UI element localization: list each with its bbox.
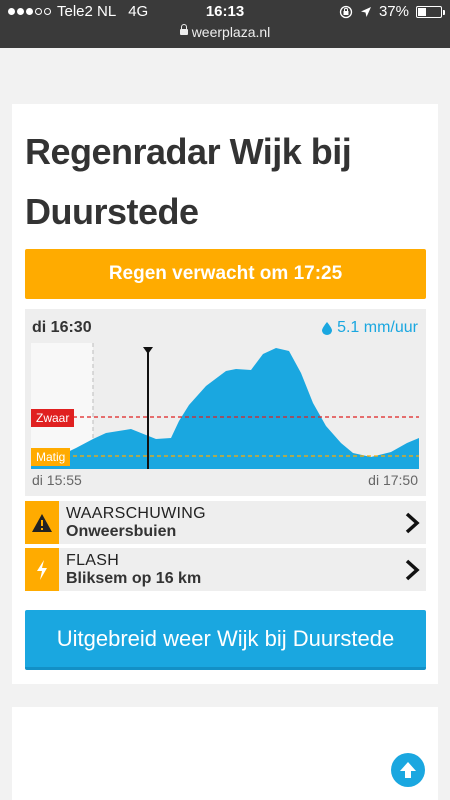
status-bar: Tele2 NL 4G 16:13 37% weerplaza.nl [0,0,450,48]
zwaar-label: Zwaar [31,409,75,427]
battery-icon [416,5,445,18]
arrow-up-icon [400,762,416,778]
radar-rain-rate: 5.1 mm/uur [322,319,418,337]
page-title: Regenradar Wijk bij Duurstede [25,131,352,232]
rotation-lock-icon [339,5,353,18]
radar-start-time: di 15:55 [32,472,82,488]
water-drop-icon [322,321,333,335]
alert-warning[interactable]: WAARSCHUWING Onweersbuien [25,501,426,544]
matig-label: Matig [31,448,71,466]
time-cursor-handle[interactable] [143,347,153,354]
extended-weather-button[interactable]: Uitgebreid weer Wijk bij Duurstede [25,610,426,670]
alert-subtitle: Onweersbuien [66,523,177,540]
location-arrow-icon [360,6,371,17]
radar-card: Regenradar Wijk bij Duurstede Regen verw… [12,104,438,684]
next-card [12,707,438,800]
rain-expected-banner[interactable]: Regen verwacht om 17:25 [25,249,426,299]
battery-percent: 37% [378,3,409,20]
rain-forecast-chart[interactable] [31,343,419,469]
lock-icon [179,24,188,36]
rain-rate-value: 5.1 mm/uur [337,319,418,336]
scroll-to-top-button[interactable] [391,753,425,787]
radar-current-time: di 16:30 [32,319,92,336]
rain-radar-widget[interactable]: di 16:30 5.1 mm/uur Zwaar Matig di 15:55… [25,309,426,496]
warning-icon [25,501,59,544]
alert-title: WAARSCHUWING [66,505,206,522]
alert-title: FLASH [66,552,120,569]
alert-subtitle: Bliksem op 16 km [66,570,202,587]
url-text: weerplaza.nl [191,24,271,40]
address-bar[interactable]: weerplaza.nl [0,24,450,40]
chevron-right-icon [405,512,420,534]
lightning-icon [25,548,59,591]
radar-end-time: di 17:50 [368,472,418,488]
alert-flash[interactable]: FLASH Bliksem op 16 km [25,548,426,591]
chevron-right-icon [405,559,420,581]
